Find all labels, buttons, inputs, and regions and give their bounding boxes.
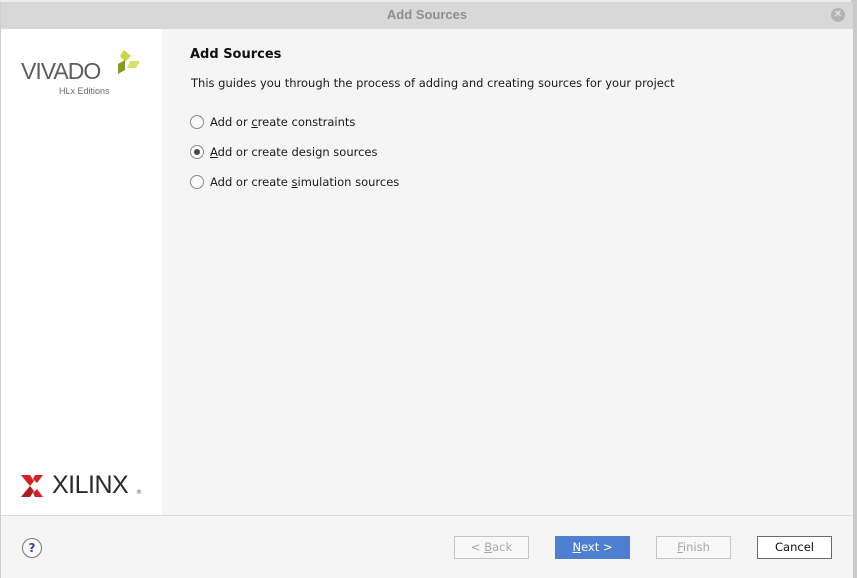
- vivado-mark-icon: [118, 50, 140, 74]
- wizard-footer: ? < Back Next > Finish Cancel: [1, 516, 853, 578]
- wizard-content: Add Sources This guides you through the …: [162, 29, 853, 515]
- option-design-sources[interactable]: Add or create design sources: [190, 143, 378, 161]
- xilinx-mark-icon: [21, 475, 43, 497]
- title-bar[interactable]: Add Sources ✕: [1, 2, 853, 29]
- close-icon: ✕: [833, 9, 843, 20]
- page-title: Add Sources: [190, 47, 282, 62]
- help-button[interactable]: ?: [22, 538, 42, 558]
- xilinx-wordmark: XILINX: [52, 471, 129, 499]
- cancel-button[interactable]: Cancel: [757, 536, 832, 559]
- option-constraints[interactable]: Add or create constraints: [190, 113, 355, 131]
- back-button[interactable]: < Back: [454, 536, 529, 559]
- vivado-wordmark: VIVADO: [21, 58, 101, 84]
- option-simulation-sources[interactable]: Add or create simulation sources: [190, 173, 399, 191]
- finish-button[interactable]: Finish: [656, 536, 731, 559]
- option-label: Add or create simulation sources: [210, 175, 400, 189]
- radio-constraints[interactable]: [190, 115, 204, 129]
- option-label: Add or create constraints: [210, 115, 356, 129]
- add-sources-dialog: Add Sources ✕ VIVADO HLx Editions XILINX…: [0, 2, 853, 578]
- radio-design-sources[interactable]: [190, 145, 204, 159]
- vivado-edition-label: HLx Editions: [59, 86, 110, 96]
- registered-mark: ®: [136, 489, 142, 496]
- xilinx-logo: XILINX ®: [21, 471, 146, 501]
- option-label: Add or create design sources: [210, 145, 378, 159]
- vivado-logo: VIVADO HLx Editions: [21, 50, 146, 105]
- next-button[interactable]: Next >: [555, 536, 630, 559]
- help-icon: ?: [28, 541, 36, 555]
- page-description: This guides you through the process of a…: [191, 76, 675, 90]
- close-button[interactable]: ✕: [831, 8, 845, 22]
- radio-simulation-sources[interactable]: [190, 175, 204, 189]
- window-title: Add Sources: [386, 7, 468, 22]
- sidebar: VIVADO HLx Editions XILINX ®: [1, 29, 162, 515]
